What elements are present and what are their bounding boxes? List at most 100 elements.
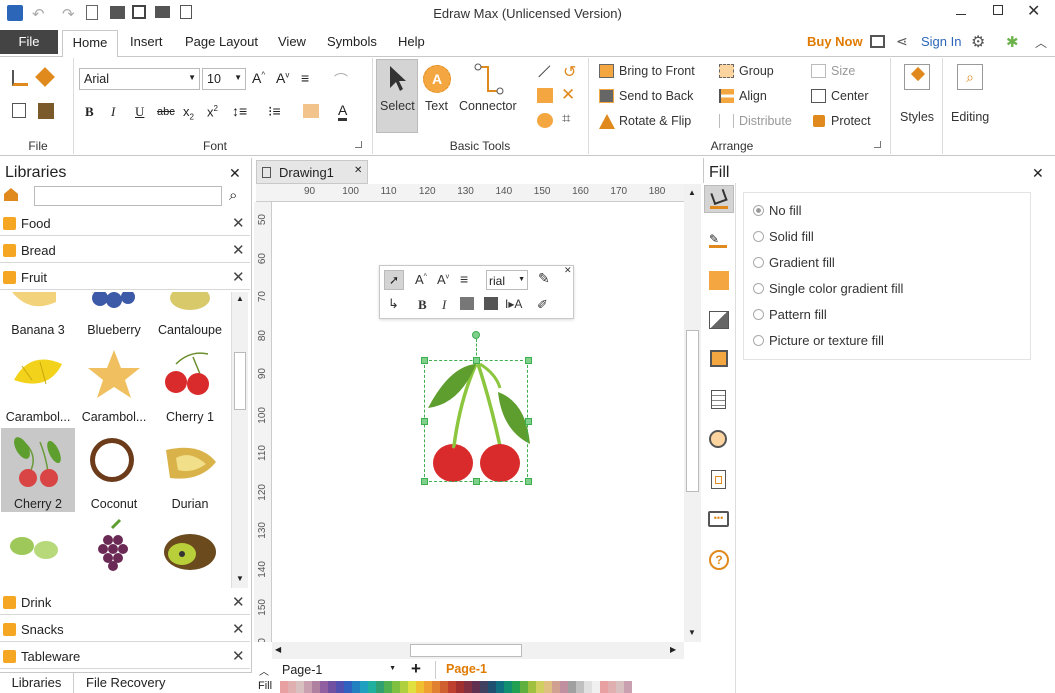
bold-icon[interactable]: B bbox=[85, 104, 94, 120]
rotate-flip-button[interactable]: Rotate & Flip bbox=[619, 114, 691, 128]
library-category-bread[interactable]: Bread ✕ bbox=[0, 239, 250, 263]
tab-symbols[interactable]: Symbols bbox=[327, 34, 377, 49]
text-direction-icon[interactable]: I▸A bbox=[505, 297, 522, 311]
color-swatch[interactable] bbox=[368, 681, 376, 693]
share-icon[interactable]: ⋖ bbox=[896, 33, 908, 50]
tab-insert[interactable]: Insert bbox=[130, 34, 163, 49]
connector-style-icon[interactable]: ↳ bbox=[388, 296, 399, 312]
library-category-fruit[interactable]: Fruit ✕ bbox=[0, 266, 250, 290]
resize-handle[interactable] bbox=[525, 357, 532, 364]
format-painter-icon[interactable]: ✎ bbox=[538, 270, 550, 287]
shape-item-carambola-1[interactable]: Carambol... bbox=[0, 410, 76, 424]
settings-icon[interactable]: ⚙ bbox=[971, 32, 985, 52]
editing-button[interactable]: Editing bbox=[951, 110, 989, 124]
color-swatch[interactable] bbox=[456, 681, 464, 693]
highlight-icon[interactable] bbox=[303, 104, 319, 118]
color-swatch[interactable] bbox=[496, 681, 504, 693]
center-icon[interactable] bbox=[811, 89, 826, 103]
minimize-icon[interactable] bbox=[956, 14, 966, 15]
fill-option-pattern-fill[interactable]: Pattern fill bbox=[753, 307, 827, 322]
align-text-icon[interactable]: ≡ bbox=[460, 271, 468, 287]
group-button[interactable]: Group bbox=[739, 64, 774, 78]
close-icon[interactable]: ✕ bbox=[232, 241, 245, 259]
color-swatch[interactable] bbox=[392, 681, 400, 693]
add-page-icon[interactable]: + bbox=[411, 659, 421, 679]
color-swatch[interactable] bbox=[384, 681, 392, 693]
color-swatch[interactable] bbox=[608, 681, 616, 693]
bring-to-front-button[interactable]: Bring to Front bbox=[619, 64, 695, 78]
color-swatch[interactable] bbox=[320, 681, 328, 693]
color-swatch[interactable] bbox=[416, 681, 424, 693]
page-tab-active[interactable]: Page-1 bbox=[435, 661, 501, 679]
cart-icon[interactable] bbox=[870, 35, 885, 48]
resize-handle[interactable] bbox=[421, 357, 428, 364]
shadow-icon[interactable] bbox=[709, 271, 729, 290]
color-swatch[interactable] bbox=[592, 681, 600, 693]
collapse-ribbon-icon[interactable]: ︿ bbox=[1035, 34, 1047, 51]
resize-handle[interactable] bbox=[525, 478, 532, 485]
library-search-input[interactable] bbox=[34, 186, 222, 206]
color-swatch[interactable] bbox=[296, 681, 304, 693]
styles-icon[interactable] bbox=[904, 64, 930, 90]
scroll-down-icon[interactable]: ▼ bbox=[688, 628, 696, 637]
color-swatch[interactable] bbox=[336, 681, 344, 693]
tab-file[interactable]: File bbox=[0, 30, 58, 54]
arc-tool-icon[interactable]: ↺ bbox=[563, 62, 576, 82]
document-tab[interactable]: Drawing1 ✕ bbox=[256, 160, 368, 184]
paste-icon[interactable] bbox=[38, 103, 54, 119]
resize-handle[interactable] bbox=[421, 418, 428, 425]
color-swatch[interactable] bbox=[352, 681, 360, 693]
bring-front-icon[interactable] bbox=[460, 297, 474, 310]
bold-icon[interactable]: B bbox=[418, 297, 427, 313]
color-swatch[interactable] bbox=[536, 681, 544, 693]
color-swatch[interactable] bbox=[472, 681, 480, 693]
scroll-up-icon[interactable]: ▲ bbox=[236, 294, 244, 303]
scroll-thumb[interactable] bbox=[234, 352, 246, 410]
align-button[interactable]: Align bbox=[739, 89, 767, 103]
page-select[interactable]: Page-1 ▼ bbox=[280, 662, 398, 679]
pointer-icon[interactable]: ➚ bbox=[384, 270, 404, 290]
size-icon[interactable] bbox=[811, 64, 826, 78]
color-swatch[interactable] bbox=[600, 681, 608, 693]
floating-font-select[interactable]: rial ▼ bbox=[486, 270, 528, 290]
color-swatch[interactable] bbox=[440, 681, 448, 693]
shape-item-cherry-1[interactable]: Cherry 1 bbox=[152, 410, 228, 424]
shrink-font-icon[interactable]: Av bbox=[276, 70, 289, 86]
align-icon[interactable] bbox=[719, 89, 734, 103]
connector-tool-label[interactable]: Connector bbox=[459, 99, 517, 113]
protect-button[interactable]: Protect bbox=[831, 114, 871, 128]
resize-handle[interactable] bbox=[473, 357, 480, 364]
color-swatch[interactable] bbox=[528, 681, 536, 693]
text-tool-label[interactable]: Text bbox=[425, 99, 448, 113]
shape-item-cantaloupe[interactable]: Cantaloupe bbox=[152, 323, 228, 337]
bullets-icon[interactable]: ⁝≡ bbox=[268, 103, 281, 120]
close-icon[interactable]: ✕ bbox=[232, 620, 245, 638]
fill-option-solid-fill[interactable]: Solid fill bbox=[753, 229, 814, 244]
close-icon[interactable]: ✕ bbox=[232, 214, 245, 232]
scroll-right-icon[interactable]: ▶ bbox=[670, 645, 676, 654]
help-icon[interactable]: ? bbox=[709, 550, 729, 570]
send-back-icon[interactable] bbox=[484, 297, 498, 310]
fill-option-picture-texture[interactable]: Picture or texture fill bbox=[753, 333, 884, 348]
rectangle-tool-icon[interactable] bbox=[537, 88, 553, 103]
close-icon[interactable]: ✕ bbox=[232, 268, 245, 286]
shape-item-coconut[interactable]: Coconut bbox=[76, 497, 152, 511]
shrink-font-icon[interactable]: Av bbox=[437, 272, 449, 287]
library-category-snacks[interactable]: Snacks ✕ bbox=[0, 618, 250, 642]
subscript-icon[interactable]: x2 bbox=[183, 104, 194, 122]
color-swatch[interactable] bbox=[560, 681, 568, 693]
scroll-thumb[interactable] bbox=[410, 644, 522, 657]
library-category-tableware[interactable]: Tableware ✕ bbox=[0, 645, 250, 669]
send-to-back-button[interactable]: Send to Back bbox=[619, 89, 693, 103]
attachment-icon[interactable] bbox=[711, 470, 726, 489]
library-category-food[interactable]: Food ✕ bbox=[0, 212, 250, 236]
color-swatch[interactable] bbox=[616, 681, 624, 693]
rotate-flip-icon[interactable] bbox=[599, 114, 615, 129]
color-swatch[interactable] bbox=[568, 681, 576, 693]
maximize-icon[interactable] bbox=[993, 5, 1003, 15]
color-swatch[interactable] bbox=[432, 681, 440, 693]
library-scrollbar[interactable]: ▲ ▼ bbox=[231, 292, 248, 588]
color-swatch[interactable] bbox=[344, 681, 352, 693]
color-swatch[interactable] bbox=[624, 681, 632, 693]
sign-in-link[interactable]: Sign In bbox=[921, 34, 961, 49]
